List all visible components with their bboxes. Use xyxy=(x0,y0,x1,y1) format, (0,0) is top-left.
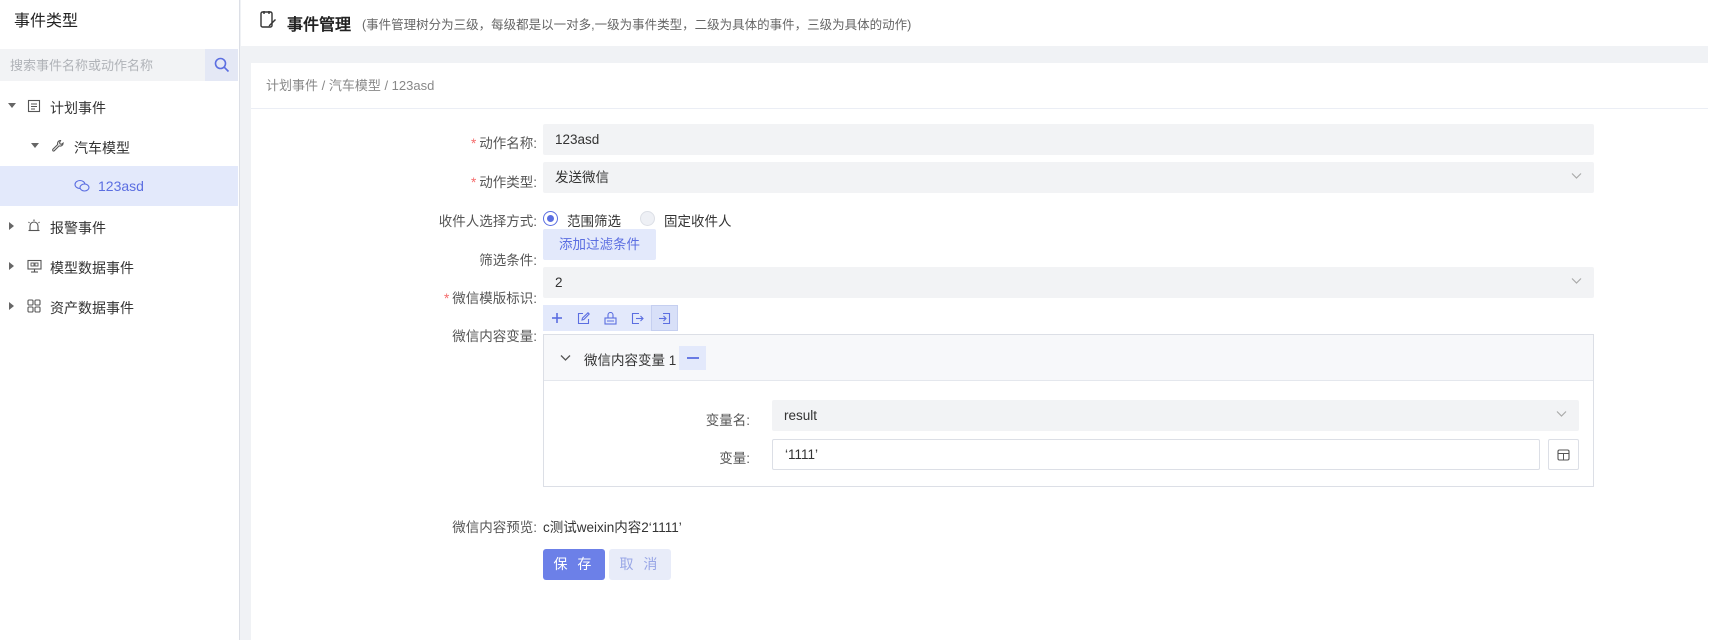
template-id-value: 2 xyxy=(555,275,563,290)
caret-down-icon[interactable] xyxy=(8,103,16,108)
template-id-label-text: 微信模版标识: xyxy=(452,291,537,306)
caret-right-icon[interactable] xyxy=(9,302,14,310)
required-mark: * xyxy=(443,291,450,306)
var-picker-button[interactable] xyxy=(1548,439,1579,470)
export-variable-button[interactable] xyxy=(624,305,651,331)
action-type-select[interactable]: 发送微信 xyxy=(543,162,1594,193)
content-vars-label: 微信内容变量: xyxy=(452,329,537,344)
tree-node-plan-events[interactable]: 计划事件 xyxy=(0,86,238,126)
page-header: 事件管理 (事件管理树分为三级，每级都是以一对多,一级为事件类型，二级为具体的事… xyxy=(241,0,1714,46)
template-id-select[interactable]: 2 xyxy=(543,267,1594,298)
tree-node-car-model[interactable]: 汽车模型 xyxy=(0,126,238,166)
action-type-label-text: 动作类型: xyxy=(479,175,537,190)
tree-node-123asd[interactable]: 123asd xyxy=(0,166,238,206)
radio-range-filter[interactable] xyxy=(543,211,558,226)
import-icon xyxy=(659,312,671,324)
variable-group-title: 微信内容变量 1 xyxy=(584,353,677,368)
search-icon xyxy=(214,57,229,73)
search-box xyxy=(0,49,238,81)
variables-toolbar xyxy=(543,305,680,331)
page-title: 事件管理 xyxy=(287,17,352,34)
var-name-select[interactable]: result xyxy=(772,400,1579,431)
var-name-value: result xyxy=(784,408,818,423)
chevron-down-icon xyxy=(1571,278,1582,284)
action-name-label: * 动作名称: xyxy=(297,132,537,152)
content-panel: 计划事件 / 汽车模型 / 123asd * 动作名称: 123asd * 动作类型… xyxy=(251,63,1709,640)
edit-document-icon xyxy=(259,10,277,33)
scrollbar[interactable] xyxy=(1708,46,1714,640)
sidebar-title: 事件类型 xyxy=(14,13,79,30)
edit-variable-button[interactable] xyxy=(570,305,597,331)
page-subtitle: (事件管理树分为三级，每级都是以一对多,一级为事件类型，二级为具体的事件，三级为… xyxy=(362,18,912,32)
tree-node-label: 123asd xyxy=(98,178,144,194)
action-type-label: * 动作类型: xyxy=(297,171,537,191)
remove-variable-button[interactable] xyxy=(679,346,706,370)
stamp-icon xyxy=(604,311,617,325)
filter-label: 筛选条件: xyxy=(479,253,537,268)
tree-node-label: 汽车模型 xyxy=(74,140,130,156)
action-type-value: 发送微信 xyxy=(555,170,609,185)
chevron-down-icon xyxy=(1571,173,1582,179)
table-icon xyxy=(1557,448,1570,461)
var-label: 变量: xyxy=(719,451,750,466)
template-id-label: * 微信模版标识: xyxy=(297,287,537,307)
chevron-down-icon[interactable] xyxy=(560,354,571,362)
cancel-button[interactable]: 取 消 xyxy=(609,549,671,580)
edit-icon xyxy=(577,311,590,324)
radio-fixed-recipient-label[interactable]: 固定收件人 xyxy=(664,210,732,230)
caret-right-icon[interactable] xyxy=(9,222,14,230)
tree-node-asset-data-events[interactable]: 资产数据事件 xyxy=(0,286,238,326)
action-name-input[interactable]: 123asd xyxy=(543,124,1594,155)
preview-label: 微信内容预览: xyxy=(452,520,537,535)
variable-group: 微信内容变量 1 变量名: result 变量: ‘1111’ xyxy=(543,334,1594,487)
tree-node-alarm-events[interactable]: 报警事件 xyxy=(0,206,238,246)
copy-variable-button[interactable] xyxy=(597,305,624,331)
search-button[interactable] xyxy=(205,49,238,81)
search-input[interactable] xyxy=(0,49,205,81)
export-icon xyxy=(631,312,644,324)
tree-node-label: 计划事件 xyxy=(50,100,106,116)
import-variable-button[interactable] xyxy=(651,305,678,331)
variable-group-header[interactable]: 微信内容变量 1 xyxy=(544,335,1593,381)
monitor-icon xyxy=(26,258,42,274)
minus-icon xyxy=(686,357,699,359)
breadcrumb: 计划事件 / 汽车模型 / 123asd xyxy=(251,63,1709,109)
chat-icon xyxy=(74,178,90,194)
radio-fixed-recipient[interactable] xyxy=(640,211,655,226)
preview-value: c测试weixin内容2‘1111’ xyxy=(543,520,682,535)
required-mark: * xyxy=(470,175,477,190)
caret-right-icon[interactable] xyxy=(9,262,14,270)
radio-range-filter-label[interactable]: 范围筛选 xyxy=(567,210,621,230)
chevron-down-icon xyxy=(1556,411,1567,417)
plus-icon xyxy=(551,313,562,323)
tree-node-label: 报警事件 xyxy=(50,220,106,236)
save-button[interactable]: 保 存 xyxy=(543,549,605,580)
action-name-label-text: 动作名称: xyxy=(479,136,537,151)
plan-icon xyxy=(26,98,42,114)
required-mark: * xyxy=(470,136,477,151)
sidebar: 事件类型 计划事件 汽车模型 123asd xyxy=(0,0,240,640)
wrench-icon xyxy=(50,138,66,154)
var-value-input[interactable]: ‘1111’ xyxy=(772,439,1540,470)
recipient-mode-label: 收件人选择方式: xyxy=(438,214,537,229)
tree-node-label: 资产数据事件 xyxy=(50,300,134,316)
caret-down-icon[interactable] xyxy=(31,143,39,148)
add-filter-button[interactable]: 添加过滤条件 xyxy=(543,229,656,260)
alarm-icon xyxy=(26,218,42,234)
tree-node-label: 模型数据事件 xyxy=(50,260,134,276)
grid-icon xyxy=(26,298,42,314)
event-tree: 计划事件 汽车模型 123asd 报警事件 模型数据事件 资产数据事件 xyxy=(0,86,238,326)
add-variable-button[interactable] xyxy=(543,305,570,331)
var-name-label: 变量名: xyxy=(705,413,750,428)
tree-node-model-data-events[interactable]: 模型数据事件 xyxy=(0,246,238,286)
